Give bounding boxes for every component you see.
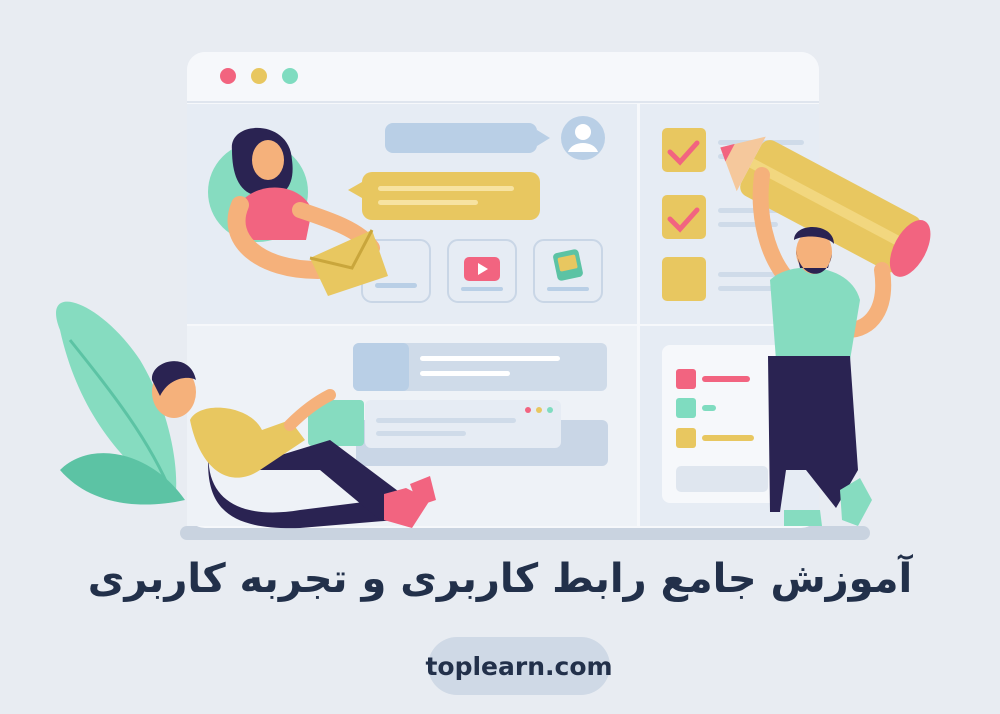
base-shelf <box>180 526 870 540</box>
site-badge[interactable]: toplearn.com <box>425 637 613 695</box>
course-title: آموزش جامع رابط کاربری و تجربه کاربری <box>87 556 913 602</box>
chat-bubble-yellow <box>362 172 540 220</box>
chat-bubble-blue <box>385 123 537 153</box>
window-minimize-dot <box>251 68 267 84</box>
window-maximize-dot <box>282 68 298 84</box>
window-close-dot <box>220 68 236 84</box>
site-url[interactable]: toplearn.com <box>425 652 612 681</box>
illustration <box>56 52 931 540</box>
legend-card <box>662 345 782 503</box>
